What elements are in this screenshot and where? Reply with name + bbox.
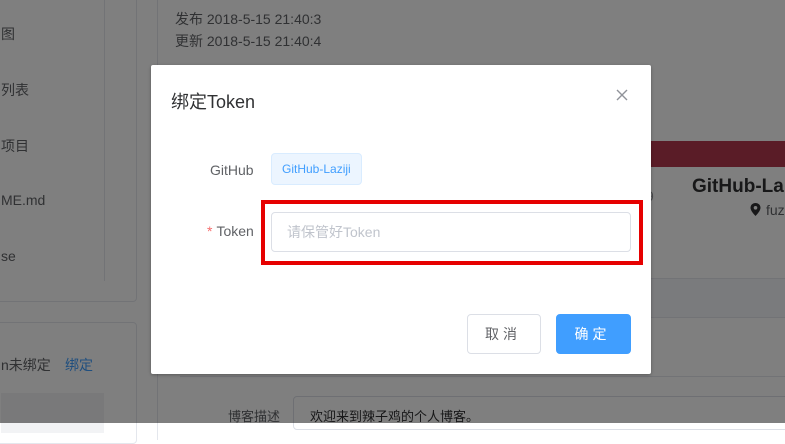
bind-token-dialog: 绑定Token GitHub GitHub-Laziji *Token 取消 确…: [151, 65, 651, 374]
confirm-button[interactable]: 确定: [556, 314, 631, 354]
required-mark: *: [207, 223, 213, 239]
github-label: GitHub: [210, 162, 254, 178]
token-label-text: Token: [216, 223, 254, 239]
token-label: * Token: [207, 223, 254, 239]
token-input[interactable]: [271, 212, 631, 252]
close-icon[interactable]: [614, 87, 630, 103]
dialog-title: 绑定Token: [171, 92, 256, 112]
github-account-tag: GitHub-Laziji: [271, 153, 362, 185]
cancel-button[interactable]: 取消: [467, 314, 541, 354]
